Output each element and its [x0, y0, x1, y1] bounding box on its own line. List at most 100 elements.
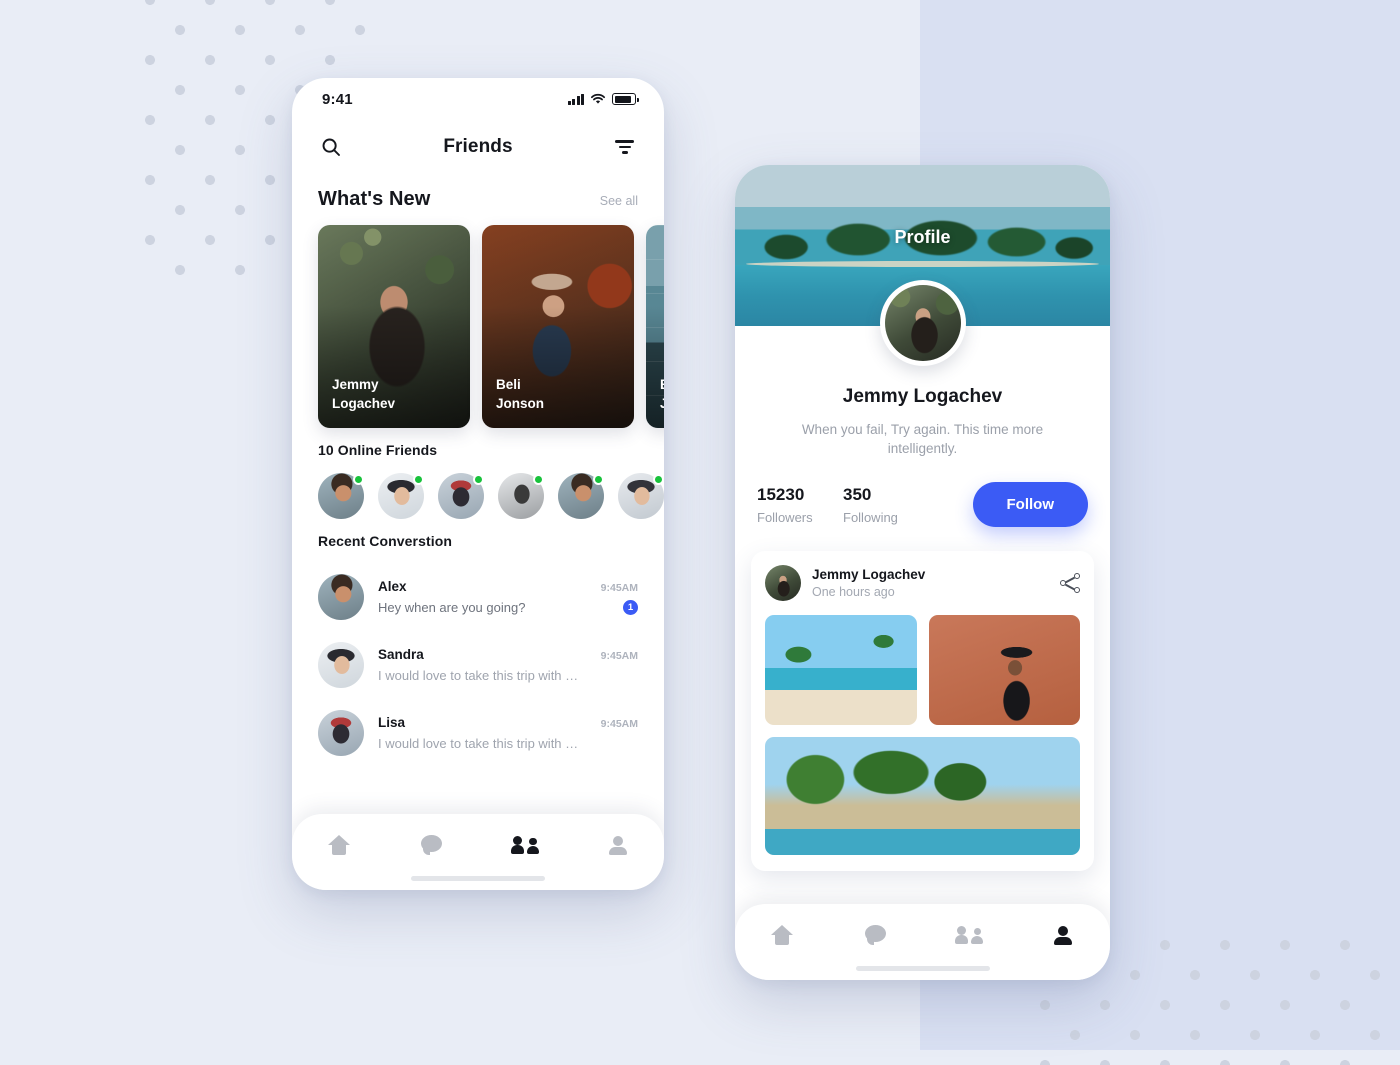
share-icon[interactable]	[1060, 573, 1080, 594]
story-card[interactable]: Beli Jonson	[482, 225, 634, 428]
recent-conversation-title: Recent Converstion	[318, 533, 453, 549]
following-count: 350	[843, 484, 872, 504]
story-name-line1: Be	[660, 375, 664, 395]
online-friend-avatar[interactable]	[498, 473, 544, 519]
signal-bars-icon	[567, 93, 584, 105]
avatar	[318, 710, 364, 756]
story-card[interactable]: Jemmy Logachev	[318, 225, 470, 428]
online-friends-title: 10 Online Friends	[318, 442, 438, 458]
unread-badge: 1	[623, 600, 638, 615]
online-friend-avatar[interactable]	[378, 473, 424, 519]
following-stat[interactable]: 350 Following	[843, 485, 898, 525]
stories-carousel[interactable]: Jemmy Logachev Beli Jonson Be Jo	[292, 225, 664, 428]
app-bar: Friends	[292, 120, 664, 174]
whats-new-header: What's New See all	[292, 188, 664, 211]
profile-stats: 15230 Followers 350 Following Follow	[735, 482, 1110, 528]
conversation-row[interactable]: Alex 9:45AM Hey when are you going? 1	[318, 563, 638, 631]
story-card[interactable]: Be Jo	[646, 225, 664, 428]
online-status-dot	[593, 474, 604, 485]
tab-chat[interactable]	[854, 918, 898, 952]
story-name: Beli Jonson	[496, 375, 624, 414]
status-bar: 9:41	[292, 78, 664, 120]
tab-home[interactable]	[317, 828, 361, 862]
conversation-preview: Hey when are you going?	[378, 600, 526, 615]
avatar	[318, 574, 364, 620]
conversation-name: Lisa	[378, 715, 406, 730]
online-friend-avatar[interactable]	[318, 473, 364, 519]
whats-new-title: What's New	[318, 188, 431, 210]
status-icons	[567, 93, 639, 105]
status-time: 9:41	[322, 90, 353, 108]
online-status-dot	[653, 474, 664, 485]
conversation-time: 9:45AM	[600, 650, 638, 662]
story-name-line2: Jonson	[496, 396, 545, 412]
search-icon[interactable]	[318, 134, 344, 160]
post-card: Jemmy Logachev One hours ago	[751, 551, 1094, 872]
post-author-avatar[interactable]	[765, 565, 801, 602]
story-name-line1: Jemmy	[332, 376, 379, 392]
bottom-tab-bar	[735, 904, 1110, 980]
people-icon	[955, 926, 984, 944]
following-label: Following	[843, 509, 898, 525]
person-icon	[1054, 925, 1073, 945]
conversation-name: Sandra	[378, 647, 424, 662]
online-friends-list[interactable]	[292, 473, 664, 519]
tab-friends[interactable]	[947, 918, 991, 952]
avatar	[884, 285, 961, 361]
profile-bio: When you fail, Try again. This time more…	[801, 422, 1044, 457]
online-status-dot	[473, 474, 484, 485]
follow-button[interactable]: Follow	[972, 482, 1088, 528]
see-all-link[interactable]: See all	[600, 194, 638, 208]
online-friend-avatar[interactable]	[618, 473, 664, 519]
followers-count: 15230	[757, 484, 805, 504]
online-status-dot	[413, 474, 424, 485]
post-image[interactable]	[928, 615, 1080, 726]
profile-title: Profile	[894, 227, 951, 247]
story-name-line1: Beli	[496, 376, 521, 392]
bottom-tab-bar	[292, 814, 664, 890]
post-header: Jemmy Logachev One hours ago	[765, 565, 1080, 602]
post-author-name: Jemmy Logachev	[812, 567, 926, 583]
online-status-dot	[353, 474, 364, 485]
recent-conversation-header: Recent Converstion	[292, 533, 664, 549]
conversation-time: 9:45AM	[600, 718, 638, 730]
story-name: Jemmy Logachev	[332, 375, 460, 414]
person-icon	[608, 835, 627, 855]
home-icon	[327, 835, 350, 855]
story-name-line2: Logachev	[332, 396, 396, 412]
home-icon	[770, 925, 793, 945]
home-indicator	[411, 876, 545, 881]
followers-stat[interactable]: 15230 Followers	[757, 485, 843, 525]
profile-phone-mockup: Profile Jemmy Logachev When you fail, Tr…	[735, 165, 1110, 980]
home-indicator	[855, 966, 990, 971]
followers-label: Followers	[757, 509, 813, 525]
conversation-name: Alex	[378, 579, 407, 594]
story-name: Be Jo	[660, 375, 664, 414]
conversation-row[interactable]: Sandra 9:45AM I would love to take this …	[318, 631, 638, 699]
tab-profile[interactable]	[1041, 918, 1085, 952]
cover-sand	[746, 261, 1099, 267]
avatar	[318, 642, 364, 688]
post-image[interactable]	[765, 615, 917, 726]
online-status-dot	[533, 474, 544, 485]
conversation-list: Alex 9:45AM Hey when are you going? 1 Sa…	[292, 563, 664, 767]
chat-icon	[421, 835, 442, 855]
online-friend-avatar[interactable]	[558, 473, 604, 519]
chat-icon	[865, 925, 887, 945]
conversation-row[interactable]: Lisa 9:45AM I would love to take this tr…	[318, 699, 638, 767]
wifi-icon	[590, 93, 606, 104]
post-image-wide[interactable]	[765, 737, 1080, 856]
tab-profile[interactable]	[596, 828, 640, 862]
people-icon	[510, 836, 539, 854]
filter-icon[interactable]	[612, 134, 638, 160]
profile-avatar[interactable]	[879, 280, 966, 366]
profile-name: Jemmy Logachev	[842, 386, 1003, 407]
conversation-preview: I would love to take this trip with …	[378, 736, 579, 751]
tab-friends[interactable]	[503, 828, 547, 862]
post-timestamp: One hours ago	[812, 585, 895, 600]
tab-home[interactable]	[760, 918, 804, 952]
conversation-time: 9:45AM	[600, 582, 638, 594]
post-image-grid	[765, 615, 1080, 726]
online-friend-avatar[interactable]	[438, 473, 484, 519]
tab-chat[interactable]	[410, 828, 454, 862]
